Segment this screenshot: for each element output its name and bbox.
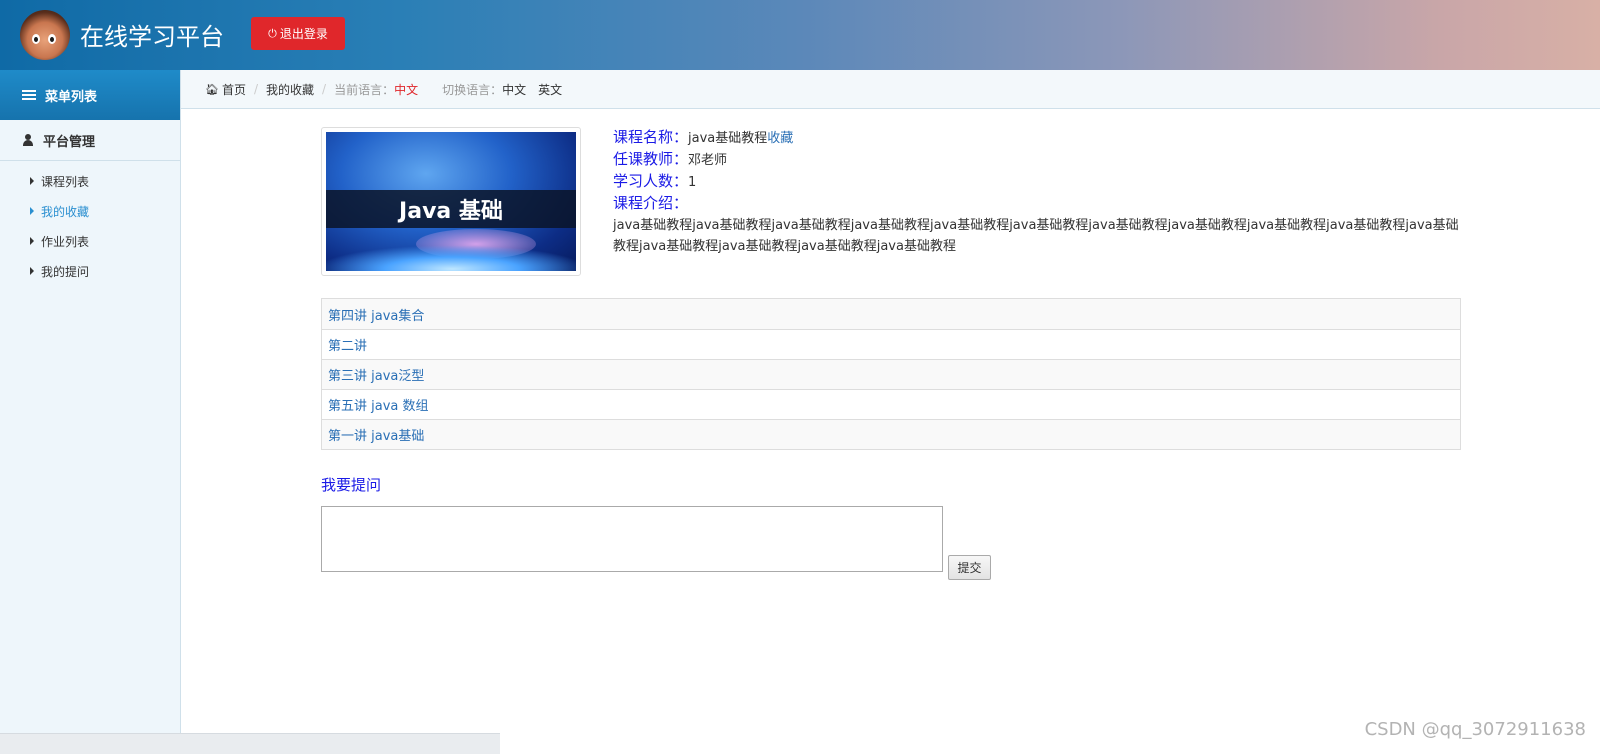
current-language-value: 中文 (394, 82, 419, 97)
teacher-label: 任课教师： (613, 150, 689, 168)
sidebar-item-my-favorites[interactable]: 我的收藏 (0, 196, 180, 226)
course-name-label: 课程名称： (613, 128, 689, 146)
sidebar-item-course-list[interactable]: 课程列表 (0, 166, 180, 196)
user-icon (22, 134, 34, 146)
students-label: 学习人数： (613, 172, 689, 190)
language-chinese-link[interactable]: 中文 (502, 81, 526, 98)
section-platform-management[interactable]: 平台管理 (0, 120, 180, 161)
intro-text: java基础教程java基础教程java基础教程java基础教程java基础教程… (613, 218, 1459, 254)
lesson-item[interactable]: 第五讲 java 数组 (322, 389, 1460, 419)
lesson-item[interactable]: 第一讲 java基础 (322, 419, 1460, 449)
question-textarea[interactable] (321, 506, 943, 572)
students-value: 1 (688, 175, 697, 190)
top-header: 在线学习平台 ⏻ 退出登录 (0, 0, 1600, 70)
caret-right-icon (30, 237, 34, 245)
avatar (20, 10, 70, 60)
breadcrumb-separator: / (322, 82, 327, 96)
submit-button[interactable]: 提交 (948, 555, 991, 580)
caret-right-icon (30, 267, 34, 275)
section-title: 平台管理 (43, 134, 96, 150)
sidebar-item-label: 我的收藏 (41, 204, 90, 219)
list-icon (22, 88, 36, 102)
breadcrumb-home[interactable]: 首页 (222, 81, 246, 98)
caret-right-icon (30, 207, 34, 215)
lesson-item[interactable]: 第三讲 java泛型 (322, 359, 1460, 389)
sidebar-item-label: 课程列表 (41, 174, 90, 189)
current-language-label: 当前语言： (334, 82, 395, 97)
menu-title: 菜单列表 (45, 89, 98, 105)
lesson-item[interactable]: 第二讲 (322, 329, 1460, 359)
lesson-item[interactable]: 第四讲 java集合 (322, 299, 1460, 329)
ask-question-title: 我要提问 (321, 476, 382, 494)
teacher-value: 邓老师 (688, 153, 728, 168)
course-name-value: java基础教程 (688, 131, 768, 146)
watermark: CSDN @qq_3072911638 (1364, 719, 1586, 740)
site-title: 在线学习平台 (80, 23, 224, 51)
course-cover-text: Java 基础 (326, 190, 576, 228)
sidebar-item-homework-list[interactable]: 作业列表 (0, 226, 180, 256)
language-english-link[interactable]: 英文 (538, 81, 562, 98)
horizontal-scrollbar[interactable] (0, 733, 500, 754)
course-cover-image: Java 基础 (321, 127, 581, 276)
power-icon: ⏻ (268, 26, 277, 40)
intro-label: 课程介绍： (613, 194, 689, 212)
logout-label: 退出登录 (279, 27, 328, 41)
breadcrumb-current: 我的收藏 (266, 82, 315, 97)
lesson-list: 第四讲 java集合 第二讲 第三讲 java泛型 第五讲 java 数组 第一… (321, 298, 1461, 450)
breadcrumb: 🏠︎ 首页 / 我的收藏 / 当前语言： 中文 切换语言： 中文 英文 (181, 70, 1600, 109)
sidebar-item-label: 作业列表 (41, 234, 90, 249)
logout-button[interactable]: ⏻ 退出登录 (251, 17, 345, 50)
breadcrumb-separator: / (253, 82, 259, 96)
favorite-link[interactable]: 收藏 (767, 131, 793, 146)
sidebar-menu-header: 菜单列表 (0, 70, 180, 120)
sidebar-item-label: 我的提问 (41, 264, 90, 279)
caret-right-icon (30, 177, 34, 185)
home-icon: 🏠︎ (205, 82, 219, 96)
switch-language-label: 切换语言： (442, 82, 503, 97)
sidebar: 菜单列表 平台管理 课程列表 我的收藏 作业列表 我的提问 (0, 70, 500, 754)
sidebar-item-my-questions[interactable]: 我的提问 (0, 256, 180, 286)
course-info: 课程名称：java基础教程收藏 任课教师：邓老师 学习人数：1 课程介绍： ja… (613, 127, 1463, 257)
